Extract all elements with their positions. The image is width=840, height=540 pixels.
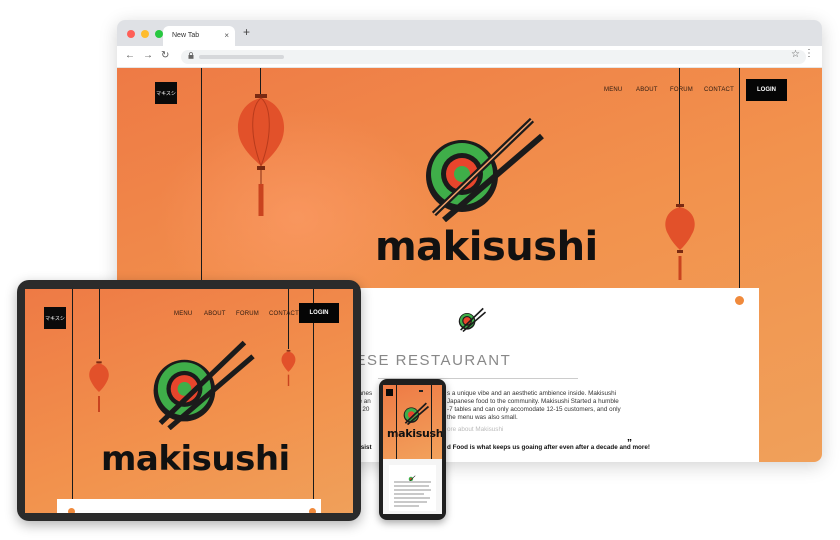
about-paragraph: s a unique vibe and an aesthetic ambienc… [447,390,767,422]
sushi-chopsticks-logo-icon [401,401,430,430]
read-more-link[interactable]: ore about Makisushi [447,426,503,433]
site-logo-text: マキスシ [156,91,176,97]
hanging-line [739,68,740,296]
site-logo[interactable] [386,389,393,396]
quote-mark-icon: ” [627,438,632,449]
login-button[interactable]: LOGIN [746,79,787,101]
close-window-dot[interactable] [127,30,135,38]
back-arrow-icon[interactable]: ← [125,50,135,61]
hanging-line [431,385,432,459]
hanging-line [396,385,397,459]
lantern-icon [233,94,289,224]
site-logo[interactable]: マキスシ [44,307,66,329]
about-card [57,499,321,513]
line-end-dot [68,508,75,513]
sushi-chopsticks-logo-icon [408,469,416,482]
address-bar[interactable] [181,50,806,64]
forward-arrow-icon[interactable]: → [143,50,153,61]
lantern-icon [87,359,111,422]
sushi-chopsticks-logo-icon [456,306,487,337]
phone-about-card [389,465,436,511]
nav-about[interactable]: ABOUT [636,87,658,93]
phone-hero: makisushi [383,385,442,459]
para-line: the menu was also small. [447,414,518,421]
lantern-icon [662,204,698,289]
tablet-screen: マキスシ MENU ABOUT FORUM CONTACT LOGIN maki… [25,289,353,513]
lock-icon [188,52,194,61]
line-end-dot [309,508,316,513]
lantern-string [99,289,100,359]
tab-title: New Tab [172,32,200,39]
star-icon[interactable]: ☆ [791,49,800,60]
sushi-chopsticks-logo-icon [143,334,255,435]
reload-icon[interactable]: ↻ [161,50,169,61]
para-line: Japanese food to the community. Makisush… [447,398,619,405]
text-line [394,505,419,507]
para-line: s a unique vibe and an aesthetic ambienc… [447,390,617,397]
url-placeholder [199,55,284,59]
text-line [394,497,430,499]
minimize-window-dot[interactable] [141,30,149,38]
lantern-icon [280,349,297,394]
para-line: -7 tables and can only accomodate 12-15 … [447,406,621,413]
site-logo-text: マキスシ [45,316,65,322]
text-line [394,493,424,495]
text-line [394,485,429,487]
nav-about[interactable]: ABOUT [204,311,226,317]
nav-contact[interactable]: CONTACT [269,311,299,317]
browser-tab-bar: New Tab × + [117,20,822,46]
new-tab-icon[interactable]: + [243,25,250,39]
phone-screen: makisushi [383,385,442,514]
login-button[interactable]: LOGIN [299,303,339,323]
hanging-line [201,68,202,286]
nav-contact[interactable]: CONTACT [704,87,734,93]
lantern-string [288,289,289,349]
text-line [394,481,431,483]
brand-wordmark: makisushi [375,224,598,270]
device-mockup-stage: New Tab × + ← → ↻ ☆ ⋮ マキスシ MENU ABOUT FO… [0,0,840,540]
nav-forum[interactable]: FORUM [670,87,693,93]
quote-text: d Food is what keeps us goaing after eve… [447,444,650,451]
kebab-menu-icon[interactable]: ⋮ [804,48,814,59]
nav-forum[interactable]: FORUM [236,311,259,317]
phone-device: makisushi [379,379,446,520]
brand-wordmark: makisushi [387,427,442,440]
hamburger-menu-icon[interactable] [419,390,423,392]
text-line [394,489,431,491]
sushi-chopsticks-logo-icon [414,110,544,227]
window-controls [127,30,163,38]
tablet-device: マキスシ MENU ABOUT FORUM CONTACT LOGIN maki… [17,280,361,521]
nav-menu[interactable]: MENU [174,311,192,317]
browser-tab[interactable]: New Tab × [163,26,235,46]
line-end-dot [735,296,744,305]
brand-wordmark: makisushi [101,439,290,479]
nav-menu[interactable]: MENU [604,87,622,93]
tab-close-icon[interactable]: × [224,31,229,40]
text-line [394,501,427,503]
browser-toolbar: ← → ↻ ☆ ⋮ [117,46,822,68]
maximize-window-dot[interactable] [155,30,163,38]
site-logo[interactable]: マキスシ [155,82,177,104]
hanging-line [72,289,73,513]
